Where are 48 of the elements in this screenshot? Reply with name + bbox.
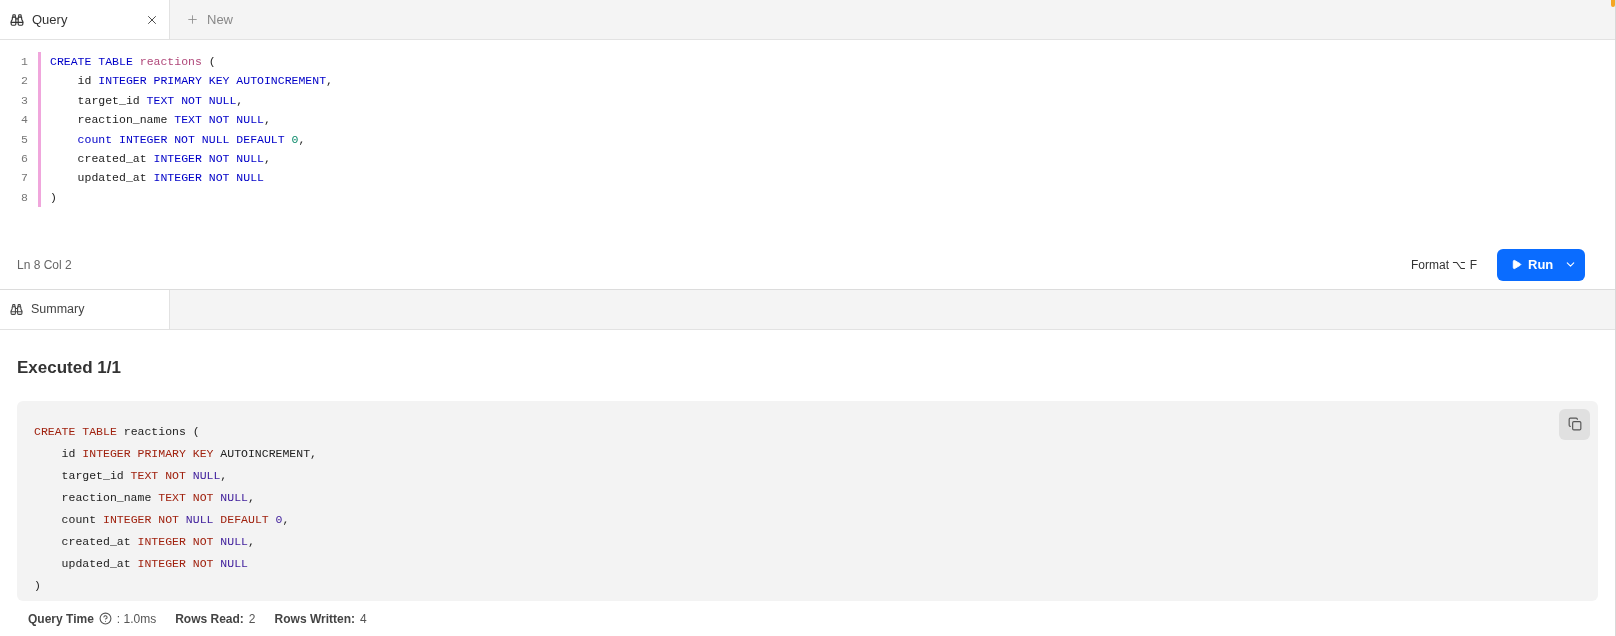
tab-label: Summary xyxy=(31,301,85,319)
line-number: 2 xyxy=(20,73,28,90)
cursor-position: Ln 8 Col 2 xyxy=(17,256,72,274)
stat-value: 2 xyxy=(248,610,256,628)
play-icon xyxy=(1511,259,1522,270)
line-number: 4 xyxy=(20,112,28,129)
code-line: id INTEGER PRIMARY KEY AUTOINCREMENT, xyxy=(60,445,317,462)
format-button[interactable]: Format ⌥ F xyxy=(1411,255,1477,274)
line-number: 1 xyxy=(20,54,28,70)
code-line: ) xyxy=(50,189,58,206)
code-line: ) xyxy=(34,577,41,594)
code-line: CREATE TABLE reactions ( xyxy=(34,423,200,440)
help-icon[interactable] xyxy=(98,612,112,625)
code-line: CREATE TABLE reactions ( xyxy=(50,54,217,70)
code-line: updated_at INTEGER NOT NULL xyxy=(76,170,265,187)
code-line: updated_at INTEGER NOT NULL xyxy=(60,555,248,572)
stat-label: Query Time xyxy=(28,610,94,628)
code-line: id INTEGER PRIMARY KEY AUTOINCREMENT, xyxy=(76,73,333,90)
stat-label: Rows Written: xyxy=(274,610,355,628)
code-line: count INTEGER NOT NULL DEFAULT 0, xyxy=(76,131,307,148)
line-number: 7 xyxy=(20,170,28,187)
run-label: Run xyxy=(1528,255,1554,274)
tab-label: Query xyxy=(32,10,69,29)
change-marker xyxy=(1611,0,1615,7)
binoculars-icon xyxy=(10,303,23,316)
plus-icon xyxy=(186,13,199,26)
copy-icon xyxy=(1567,417,1582,431)
line-number: 5 xyxy=(20,131,28,148)
line-number: 6 xyxy=(20,151,28,168)
code-line: count INTEGER NOT NULL DEFAULT 0, xyxy=(60,511,290,528)
code-line: reaction_name TEXT NOT NULL, xyxy=(76,112,272,129)
code-line: reaction_name TEXT NOT NULL, xyxy=(60,489,255,506)
tab-label: New xyxy=(207,10,233,29)
result-heading: Executed 1/1 xyxy=(17,357,122,379)
editor-tab[interactable]: Query xyxy=(0,0,170,39)
code-line: created_at INTEGER NOT NULL, xyxy=(76,151,272,168)
binoculars-icon xyxy=(10,12,24,27)
copy-button[interactable] xyxy=(1559,408,1590,440)
line-number: 8 xyxy=(20,189,28,206)
result-tab[interactable]: Summary xyxy=(0,290,170,329)
code-line: target_id TEXT NOT NULL, xyxy=(76,92,245,109)
run-button[interactable]: Run xyxy=(1497,248,1585,281)
stat-value: : 1.0ms xyxy=(116,610,157,628)
stat-value: 4 xyxy=(360,610,367,628)
code-line: target_id TEXT NOT NULL, xyxy=(60,467,228,484)
stat-label: Rows Read: xyxy=(175,610,244,628)
code-line: created_at INTEGER NOT NULL, xyxy=(60,533,255,550)
line-number: 3 xyxy=(20,92,28,109)
